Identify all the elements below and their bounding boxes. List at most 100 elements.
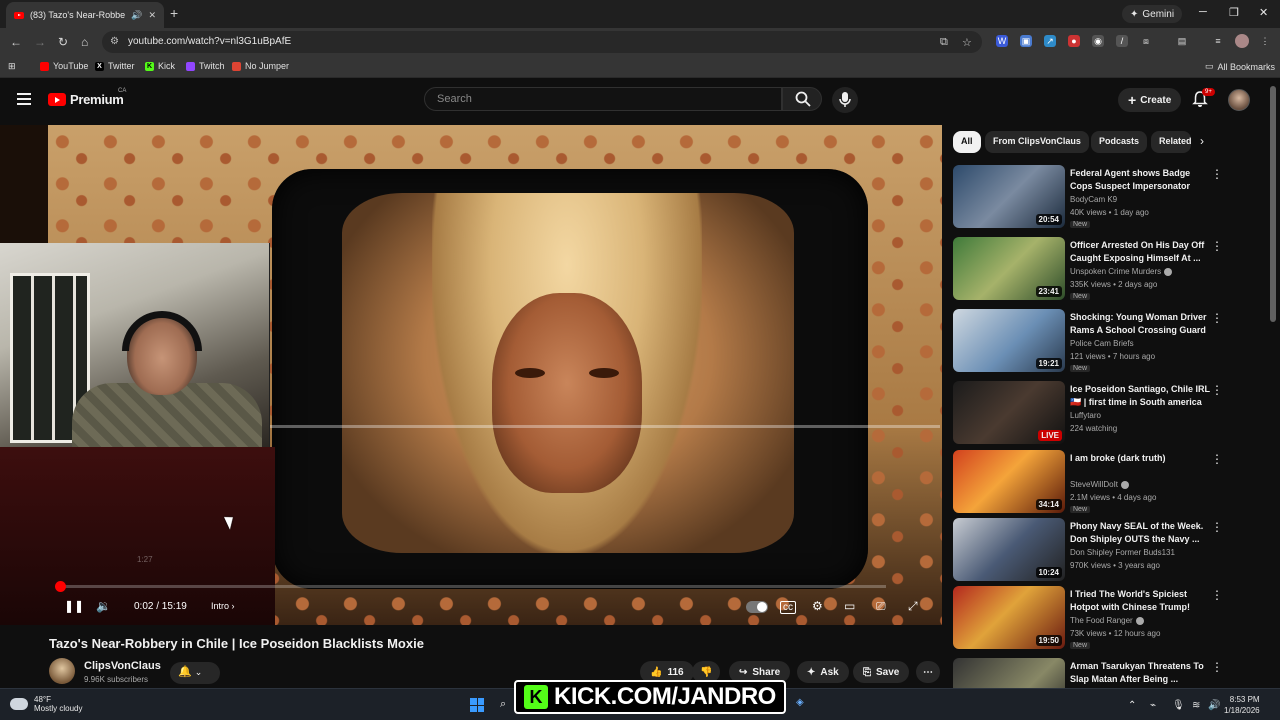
speaker-icon[interactable]: 🔊 <box>131 10 142 21</box>
recommended-video[interactable]: 34:14 I am broke (dark truth) SteveWillDoI… <box>953 450 1223 516</box>
video-thumbnail[interactable]: 19:50 <box>953 586 1065 649</box>
chip-all[interactable]: All <box>953 131 981 153</box>
extension-icon[interactable]: ▣ <box>1020 35 1032 47</box>
pause-icon[interactable]: ❚❚ <box>64 599 84 613</box>
extension-icon[interactable]: ↗ <box>1044 35 1056 47</box>
recommended-title[interactable]: Federal Agent shows Badge Cops Suspect I… <box>1070 167 1210 193</box>
maximize-icon[interactable]: ❐ <box>1229 6 1239 19</box>
video-thumbnail[interactable]: LIVE <box>953 381 1065 444</box>
channel-name[interactable]: ClipsVonClaus <box>84 660 161 672</box>
recommended-channel[interactable]: Don Shipley Former Buds131 <box>1070 548 1175 557</box>
fullscreen-icon[interactable]: ⤢ <box>908 599 918 614</box>
video-thumbnail[interactable]: 19:21 <box>953 309 1065 372</box>
address-bar[interactable]: ⚙ youtube.com/watch?v=nl3G1uBpAfE ⧉ ☆ <box>102 31 982 53</box>
tab-search-icon[interactable]: ≡ <box>1212 35 1224 47</box>
recommended-title[interactable]: I Tried The World's Spiciest Hotpot with… <box>1070 588 1210 614</box>
ask-button[interactable]: ✦ Ask <box>797 661 849 683</box>
back-icon[interactable]: ← <box>10 35 22 49</box>
recommended-channel[interactable]: BodyCam K9 <box>1070 195 1117 204</box>
bookmark-twitter[interactable]: X Twitter <box>95 61 135 71</box>
recommended-title[interactable]: Arman Tsarukyan Threatens To Slap Matan … <box>1070 660 1210 686</box>
captions-icon[interactable]: cc <box>780 601 796 614</box>
home-icon[interactable]: ⌂ <box>81 35 88 49</box>
youtube-premium-logo[interactable]: Premium <box>48 92 124 107</box>
bookmark-star-icon[interactable]: ☆ <box>962 36 972 49</box>
extension-icon[interactable]: W <box>996 35 1008 47</box>
chip-related[interactable]: Related <box>1151 131 1191 153</box>
forward-icon[interactable]: → <box>34 35 46 49</box>
apps-grid-icon[interactable]: ⊞ <box>8 61 16 72</box>
recommended-video[interactable]: 19:21 Shocking: Young Woman Driver Rams A… <box>953 309 1223 375</box>
recommended-channel[interactable]: The Food Ranger <box>1070 616 1144 625</box>
recommended-video[interactable]: 23:41 Officer Arrested On His Day Off Cau… <box>953 237 1223 303</box>
bookmark-kick[interactable]: K Kick <box>145 61 175 71</box>
profile-icon[interactable] <box>1235 34 1249 48</box>
volume-icon[interactable]: 🔉 <box>96 599 111 613</box>
minimize-icon[interactable]: ─ <box>1199 6 1207 18</box>
site-info-icon[interactable]: ⚙ <box>110 36 119 47</box>
reload-icon[interactable]: ↻ <box>58 35 68 49</box>
voice-search-button[interactable] <box>832 87 858 113</box>
autoplay-toggle[interactable] <box>746 601 768 613</box>
recommended-title[interactable]: Shocking: Young Woman Driver Rams A Scho… <box>1070 311 1210 337</box>
more-vertical-icon[interactable]: ⋮ <box>1211 383 1223 397</box>
more-vertical-icon[interactable]: ⋮ <box>1211 311 1223 325</box>
recommended-channel[interactable]: Police Cam Briefs <box>1070 339 1134 348</box>
account-avatar[interactable] <box>1228 89 1250 111</box>
browser-tab[interactable]: (83) Tazo's Near-Robbery in Chile | Ice … <box>6 2 164 28</box>
volume-tray-icon[interactable]: 🔊 <box>1208 700 1220 711</box>
reading-list-icon[interactable]: ▤ <box>1176 35 1188 47</box>
gemini-button[interactable]: ✦ Gemini <box>1122 5 1183 23</box>
bookmark-twitch[interactable]: Twitch <box>186 61 225 71</box>
taskbar-search-icon[interactable]: ⌕ <box>500 698 506 711</box>
recommended-video[interactable]: LIVE Ice Poseidon Santiago, Chile IRL 🇨🇱 … <box>953 381 1223 447</box>
close-window-icon[interactable]: ✕ <box>1259 6 1268 19</box>
tray-chevron-up-icon[interactable]: ⌃ <box>1128 700 1136 711</box>
microphone-tray-icon[interactable]: 🎙 <box>1172 700 1185 711</box>
video-thumbnail[interactable]: 10:24 <box>953 518 1065 581</box>
new-tab-icon[interactable]: + <box>170 5 178 21</box>
cast-icon[interactable]: ⎚ <box>876 599 886 614</box>
save-button[interactable]: ⎘ Save <box>853 661 910 683</box>
bookmark-youtube[interactable]: YouTube <box>40 61 88 71</box>
chip-from-channel[interactable]: From ClipsVonClaus <box>985 131 1089 153</box>
more-vertical-icon[interactable]: ⋮ <box>1211 520 1223 534</box>
extension-icon[interactable]: ● <box>1068 35 1080 47</box>
more-vertical-icon[interactable]: ⋮ <box>1211 588 1223 602</box>
system-clock[interactable]: 8:53 PM 1/18/2026 <box>1224 694 1260 716</box>
bookmark-no-jumper[interactable]: No Jumper <box>232 61 289 71</box>
miniplayer-icon[interactable]: ▭ <box>844 599 855 613</box>
recommended-title[interactable]: I am broke (dark truth) <box>1070 452 1210 465</box>
recommended-video[interactable]: 19:50 I Tried The World's Spiciest Hotpot… <box>953 586 1223 652</box>
more-vertical-icon[interactable]: ⋮ <box>1211 452 1223 466</box>
page-scrollbar[interactable] <box>1270 86 1276 322</box>
create-button[interactable]: + Create <box>1118 88 1182 112</box>
search-input[interactable]: Search <box>424 87 782 111</box>
weather-widget[interactable]: 48°F Mostly cloudy <box>10 695 82 713</box>
chips-next-icon[interactable]: › <box>1200 134 1204 148</box>
extensions-puzzle-icon[interactable]: ⧈ <box>1140 35 1152 47</box>
extension-icon[interactable]: ◉ <box>1092 35 1104 47</box>
hamburger-menu-icon[interactable] <box>17 93 31 105</box>
chip-podcasts[interactable]: Podcasts <box>1091 131 1148 153</box>
recommended-channel[interactable]: SteveWillDoIt <box>1070 480 1130 489</box>
all-bookmarks[interactable]: ▭ All Bookmarks <box>1205 61 1275 72</box>
recommended-title[interactable]: Ice Poseidon Santiago, Chile IRL 🇨🇱 | fi… <box>1070 383 1210 409</box>
video-thumbnail[interactable]: 20:54 <box>953 165 1065 228</box>
more-actions-button[interactable]: ⋯ <box>916 661 940 683</box>
more-vertical-icon[interactable]: ⋮ <box>1211 660 1223 674</box>
extension-icon[interactable]: / <box>1116 35 1128 47</box>
close-tab-icon[interactable]: ✕ <box>148 10 156 21</box>
search-button[interactable] <box>782 87 822 111</box>
recommended-video[interactable]: 10:24 Phony Navy SEAL of the Week. Don Sh… <box>953 518 1223 584</box>
recommended-video[interactable]: 20:54 Federal Agent shows Badge Cops Susp… <box>953 165 1223 231</box>
recommended-channel[interactable]: Unspoken Crime Murders <box>1070 267 1173 276</box>
wifi-icon[interactable]: ≋ <box>1192 700 1200 711</box>
video-thumbnail[interactable]: 34:14 <box>953 450 1065 513</box>
more-vertical-icon[interactable]: ⋮ <box>1211 239 1223 253</box>
progress-bar[interactable] <box>55 581 886 592</box>
network-icon[interactable]: ⌁ <box>1150 700 1156 711</box>
video-player[interactable]: 1:27 ❚❚ 🔉 0:02 / 15:19 Intro › cc ⚙ ▭ ⎚ … <box>0 125 942 625</box>
chapter-button[interactable]: Intro › <box>211 601 235 611</box>
open-in-app-icon[interactable]: ⧉ <box>940 36 948 49</box>
